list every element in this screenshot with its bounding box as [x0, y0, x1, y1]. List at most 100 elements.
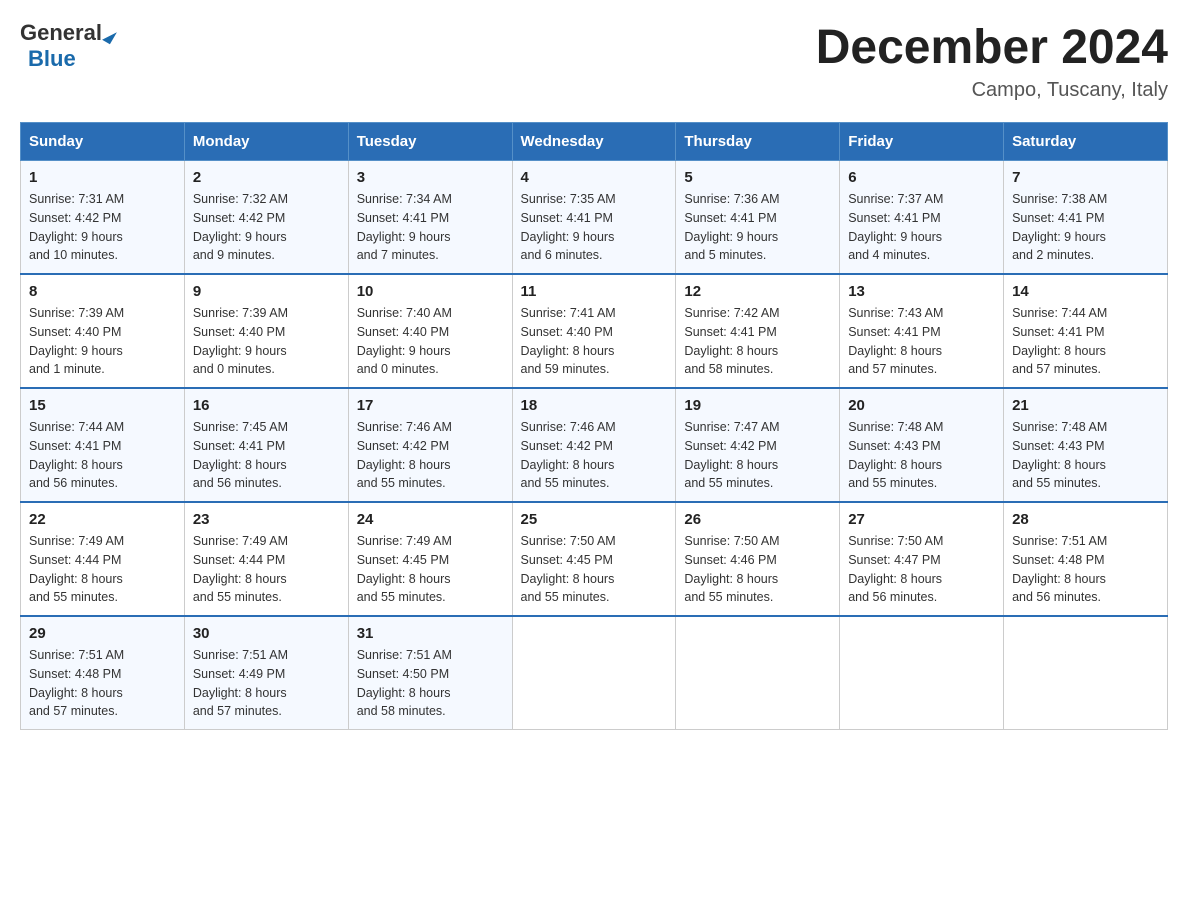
calendar-cell: 10 Sunrise: 7:40 AM Sunset: 4:40 PM Dayl… [348, 274, 512, 388]
day-info: Sunrise: 7:32 AM Sunset: 4:42 PM Dayligh… [193, 190, 340, 265]
day-info: Sunrise: 7:44 AM Sunset: 4:41 PM Dayligh… [29, 418, 176, 493]
day-number: 14 [1012, 283, 1159, 300]
day-info: Sunrise: 7:46 AM Sunset: 4:42 PM Dayligh… [521, 418, 668, 493]
header-wednesday: Wednesday [512, 123, 676, 161]
calendar-cell: 7 Sunrise: 7:38 AM Sunset: 4:41 PM Dayli… [1004, 161, 1168, 275]
calendar-cell: 6 Sunrise: 7:37 AM Sunset: 4:41 PM Dayli… [840, 161, 1004, 275]
day-number: 20 [848, 397, 995, 414]
calendar-cell: 16 Sunrise: 7:45 AM Sunset: 4:41 PM Dayl… [184, 388, 348, 502]
day-number: 19 [684, 397, 831, 414]
calendar-week-row: 29 Sunrise: 7:51 AM Sunset: 4:48 PM Dayl… [21, 616, 1168, 730]
calendar-cell: 4 Sunrise: 7:35 AM Sunset: 4:41 PM Dayli… [512, 161, 676, 275]
calendar-cell: 5 Sunrise: 7:36 AM Sunset: 4:41 PM Dayli… [676, 161, 840, 275]
calendar-cell: 25 Sunrise: 7:50 AM Sunset: 4:45 PM Dayl… [512, 502, 676, 616]
day-info: Sunrise: 7:39 AM Sunset: 4:40 PM Dayligh… [193, 304, 340, 379]
calendar-cell [1004, 616, 1168, 730]
calendar-cell: 26 Sunrise: 7:50 AM Sunset: 4:46 PM Dayl… [676, 502, 840, 616]
calendar-cell: 12 Sunrise: 7:42 AM Sunset: 4:41 PM Dayl… [676, 274, 840, 388]
calendar-cell: 14 Sunrise: 7:44 AM Sunset: 4:41 PM Dayl… [1004, 274, 1168, 388]
calendar-cell: 2 Sunrise: 7:32 AM Sunset: 4:42 PM Dayli… [184, 161, 348, 275]
calendar-cell: 27 Sunrise: 7:50 AM Sunset: 4:47 PM Dayl… [840, 502, 1004, 616]
logo-triangle-icon [102, 27, 117, 44]
day-number: 22 [29, 511, 176, 528]
day-info: Sunrise: 7:34 AM Sunset: 4:41 PM Dayligh… [357, 190, 504, 265]
calendar-week-row: 22 Sunrise: 7:49 AM Sunset: 4:44 PM Dayl… [21, 502, 1168, 616]
header-saturday: Saturday [1004, 123, 1168, 161]
day-info: Sunrise: 7:49 AM Sunset: 4:44 PM Dayligh… [193, 532, 340, 607]
calendar-cell [840, 616, 1004, 730]
day-info: Sunrise: 7:50 AM Sunset: 4:45 PM Dayligh… [521, 532, 668, 607]
day-info: Sunrise: 7:45 AM Sunset: 4:41 PM Dayligh… [193, 418, 340, 493]
calendar-cell: 20 Sunrise: 7:48 AM Sunset: 4:43 PM Dayl… [840, 388, 1004, 502]
day-number: 1 [29, 169, 176, 186]
calendar-cell: 18 Sunrise: 7:46 AM Sunset: 4:42 PM Dayl… [512, 388, 676, 502]
day-number: 11 [521, 283, 668, 300]
header-friday: Friday [840, 123, 1004, 161]
day-number: 2 [193, 169, 340, 186]
calendar-week-row: 15 Sunrise: 7:44 AM Sunset: 4:41 PM Dayl… [21, 388, 1168, 502]
day-number: 17 [357, 397, 504, 414]
location-subtitle: Campo, Tuscany, Italy [816, 79, 1168, 102]
day-number: 16 [193, 397, 340, 414]
day-number: 21 [1012, 397, 1159, 414]
calendar-cell [676, 616, 840, 730]
day-info: Sunrise: 7:51 AM Sunset: 4:48 PM Dayligh… [1012, 532, 1159, 607]
day-number: 3 [357, 169, 504, 186]
day-info: Sunrise: 7:40 AM Sunset: 4:40 PM Dayligh… [357, 304, 504, 379]
day-number: 7 [1012, 169, 1159, 186]
day-number: 24 [357, 511, 504, 528]
day-info: Sunrise: 7:51 AM Sunset: 4:50 PM Dayligh… [357, 646, 504, 721]
day-number: 28 [1012, 511, 1159, 528]
day-info: Sunrise: 7:46 AM Sunset: 4:42 PM Dayligh… [357, 418, 504, 493]
day-number: 23 [193, 511, 340, 528]
header-tuesday: Tuesday [348, 123, 512, 161]
day-number: 29 [29, 625, 176, 642]
day-number: 13 [848, 283, 995, 300]
header-monday: Monday [184, 123, 348, 161]
day-info: Sunrise: 7:49 AM Sunset: 4:45 PM Dayligh… [357, 532, 504, 607]
calendar-cell: 29 Sunrise: 7:51 AM Sunset: 4:48 PM Dayl… [21, 616, 185, 730]
day-info: Sunrise: 7:43 AM Sunset: 4:41 PM Dayligh… [848, 304, 995, 379]
title-section: December 2024 Campo, Tuscany, Italy [816, 20, 1168, 102]
calendar-cell: 31 Sunrise: 7:51 AM Sunset: 4:50 PM Dayl… [348, 616, 512, 730]
day-number: 5 [684, 169, 831, 186]
calendar-week-row: 1 Sunrise: 7:31 AM Sunset: 4:42 PM Dayli… [21, 161, 1168, 275]
calendar-cell: 13 Sunrise: 7:43 AM Sunset: 4:41 PM Dayl… [840, 274, 1004, 388]
calendar-header-row: Sunday Monday Tuesday Wednesday Thursday… [21, 123, 1168, 161]
calendar-cell: 8 Sunrise: 7:39 AM Sunset: 4:40 PM Dayli… [21, 274, 185, 388]
day-info: Sunrise: 7:31 AM Sunset: 4:42 PM Dayligh… [29, 190, 176, 265]
calendar-cell: 28 Sunrise: 7:51 AM Sunset: 4:48 PM Dayl… [1004, 502, 1168, 616]
day-info: Sunrise: 7:51 AM Sunset: 4:49 PM Dayligh… [193, 646, 340, 721]
day-number: 4 [521, 169, 668, 186]
day-info: Sunrise: 7:42 AM Sunset: 4:41 PM Dayligh… [684, 304, 831, 379]
day-number: 10 [357, 283, 504, 300]
calendar-cell: 17 Sunrise: 7:46 AM Sunset: 4:42 PM Dayl… [348, 388, 512, 502]
calendar-cell: 11 Sunrise: 7:41 AM Sunset: 4:40 PM Dayl… [512, 274, 676, 388]
day-number: 31 [357, 625, 504, 642]
calendar-table: Sunday Monday Tuesday Wednesday Thursday… [20, 122, 1168, 730]
day-number: 12 [684, 283, 831, 300]
day-info: Sunrise: 7:48 AM Sunset: 4:43 PM Dayligh… [848, 418, 995, 493]
day-info: Sunrise: 7:39 AM Sunset: 4:40 PM Dayligh… [29, 304, 176, 379]
day-number: 30 [193, 625, 340, 642]
calendar-cell: 22 Sunrise: 7:49 AM Sunset: 4:44 PM Dayl… [21, 502, 185, 616]
day-info: Sunrise: 7:50 AM Sunset: 4:46 PM Dayligh… [684, 532, 831, 607]
page-header: General Blue December 2024 Campo, Tuscan… [20, 20, 1168, 102]
day-info: Sunrise: 7:36 AM Sunset: 4:41 PM Dayligh… [684, 190, 831, 265]
day-info: Sunrise: 7:38 AM Sunset: 4:41 PM Dayligh… [1012, 190, 1159, 265]
day-info: Sunrise: 7:49 AM Sunset: 4:44 PM Dayligh… [29, 532, 176, 607]
day-info: Sunrise: 7:48 AM Sunset: 4:43 PM Dayligh… [1012, 418, 1159, 493]
calendar-cell: 21 Sunrise: 7:48 AM Sunset: 4:43 PM Dayl… [1004, 388, 1168, 502]
calendar-cell: 24 Sunrise: 7:49 AM Sunset: 4:45 PM Dayl… [348, 502, 512, 616]
day-info: Sunrise: 7:35 AM Sunset: 4:41 PM Dayligh… [521, 190, 668, 265]
day-number: 9 [193, 283, 340, 300]
day-info: Sunrise: 7:41 AM Sunset: 4:40 PM Dayligh… [521, 304, 668, 379]
day-number: 25 [521, 511, 668, 528]
day-number: 27 [848, 511, 995, 528]
calendar-cell: 1 Sunrise: 7:31 AM Sunset: 4:42 PM Dayli… [21, 161, 185, 275]
calendar-cell: 9 Sunrise: 7:39 AM Sunset: 4:40 PM Dayli… [184, 274, 348, 388]
day-info: Sunrise: 7:37 AM Sunset: 4:41 PM Dayligh… [848, 190, 995, 265]
logo-blue-text: Blue [28, 46, 76, 72]
day-info: Sunrise: 7:47 AM Sunset: 4:42 PM Dayligh… [684, 418, 831, 493]
logo-general-text: General [20, 20, 102, 46]
